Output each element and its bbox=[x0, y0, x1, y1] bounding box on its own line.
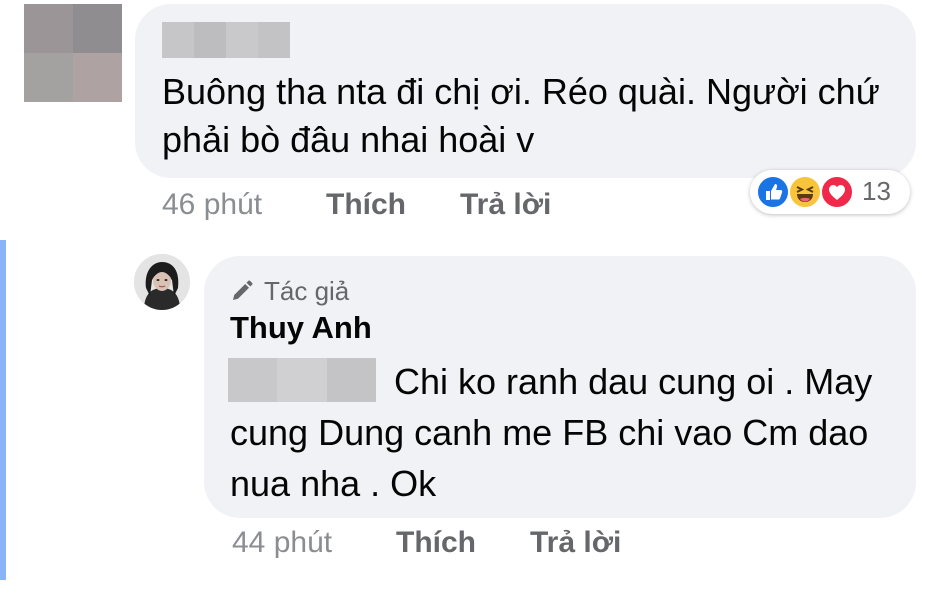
comment-timestamp[interactable]: 46 phút bbox=[162, 188, 262, 222]
comment-text: Buông tha nta đi chị ơi. Réo quài. Người… bbox=[162, 71, 880, 160]
reply-text: Chi ko ranh dau cung oi . May cung Dung … bbox=[230, 361, 873, 504]
reply-button[interactable]: Trả lời bbox=[460, 188, 551, 222]
like-icon bbox=[756, 175, 790, 209]
commenter-name-redacted[interactable] bbox=[162, 22, 290, 58]
reply-button[interactable]: Trả lời bbox=[530, 526, 621, 560]
reply-timestamp[interactable]: 44 phút bbox=[232, 526, 332, 560]
avatar[interactable] bbox=[134, 254, 190, 310]
author-badge-label: Tác giả bbox=[264, 275, 350, 306]
like-button[interactable]: Thích bbox=[396, 526, 476, 560]
comment-thread: Buông tha nta đi chị ơi. Réo quài. Người… bbox=[0, 0, 945, 616]
reaction-count: 13 bbox=[862, 176, 891, 206]
author-name[interactable]: Thuy Anh bbox=[230, 310, 372, 346]
like-button[interactable]: Thích bbox=[326, 188, 406, 222]
pencil-icon bbox=[233, 280, 253, 300]
avatar[interactable] bbox=[24, 4, 122, 102]
thread-highlight-rule bbox=[0, 240, 6, 580]
love-icon bbox=[820, 175, 854, 209]
author-badge: Tác giả bbox=[230, 274, 349, 308]
haha-icon bbox=[788, 175, 822, 209]
reactions-summary[interactable]: 13 bbox=[750, 170, 910, 214]
